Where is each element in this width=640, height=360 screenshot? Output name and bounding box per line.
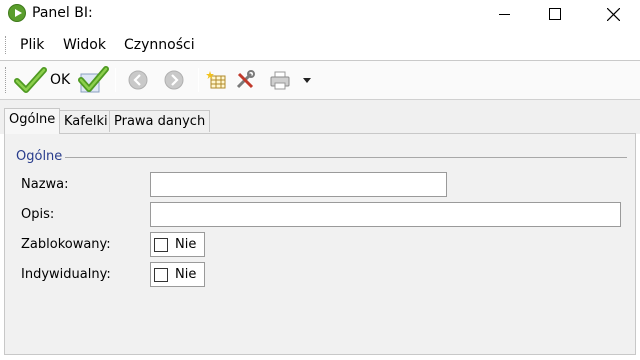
opis-input[interactable] [150, 202, 621, 227]
toolbar: OK [0, 61, 640, 99]
grid-star-icon [206, 71, 226, 89]
print-dropdown-button[interactable] [302, 67, 312, 93]
tab-kafelki[interactable]: Kafelki [59, 110, 113, 132]
checkbox-box [154, 237, 168, 252]
zablokowany-checkbox[interactable]: Nie [150, 232, 205, 257]
zablokowany-value: Nie [175, 237, 197, 252]
toolbar-grip [5, 67, 8, 93]
nazwa-input[interactable] [150, 172, 447, 197]
save-and-close-button[interactable] [78, 66, 110, 93]
nazwa-label: Nazwa: [21, 177, 69, 192]
menu-grip [5, 36, 8, 54]
menu-bar: Plik Widok Czynności [0, 33, 640, 57]
maximize-icon [549, 8, 561, 20]
arrow-left-icon [128, 70, 148, 90]
opis-label: Opis: [21, 207, 55, 222]
menu-czynnosci[interactable]: Czynności [124, 37, 195, 53]
toolbar-separator [198, 68, 199, 92]
dropdown-arrow-icon [303, 78, 311, 83]
tools-button[interactable] [234, 67, 256, 93]
maximize-button[interactable] [532, 0, 578, 28]
ok-button[interactable]: OK [14, 67, 70, 93]
toolbar-separator [115, 68, 116, 92]
tab-content-panel: Ogólne Nazwa: Opis: Zablokowany: Nie Ind… [4, 133, 636, 355]
app-logo-icon [8, 4, 26, 22]
window-title: Panel BI: [32, 5, 93, 21]
print-button[interactable] [269, 67, 291, 93]
indywidualny-value: Nie [175, 267, 197, 282]
ok-label: OK [50, 72, 71, 88]
printer-icon [270, 71, 290, 90]
indywidualny-label: Indywidualny: [21, 267, 111, 282]
arrow-right-icon [164, 70, 184, 90]
previous-button[interactable] [127, 67, 149, 93]
tools-icon [236, 70, 255, 89]
checkmark-icon [14, 67, 47, 93]
minimize-icon [499, 14, 510, 15]
group-title: Ogólne [16, 149, 63, 164]
title-bar: Panel BI: [0, 0, 640, 28]
close-icon [606, 7, 620, 21]
grid-wizard-button[interactable] [206, 67, 228, 93]
tab-strip: Ogólne Kafelki Prawa danych [0, 100, 640, 134]
checkbox-box [154, 267, 168, 282]
tab-ogolne[interactable]: Ogólne [4, 108, 61, 134]
indywidualny-checkbox[interactable]: Nie [150, 262, 205, 287]
group-divider [65, 157, 627, 158]
minimize-button[interactable] [482, 0, 528, 28]
tab-prawa-danych[interactable]: Prawa danych [109, 110, 211, 132]
checkmark-save-icon [78, 66, 109, 93]
menu-plik[interactable]: Plik [20, 37, 44, 53]
close-button[interactable] [590, 0, 636, 28]
menu-widok[interactable]: Widok [63, 37, 106, 53]
zablokowany-label: Zablokowany: [21, 237, 111, 252]
next-button[interactable] [163, 67, 185, 93]
